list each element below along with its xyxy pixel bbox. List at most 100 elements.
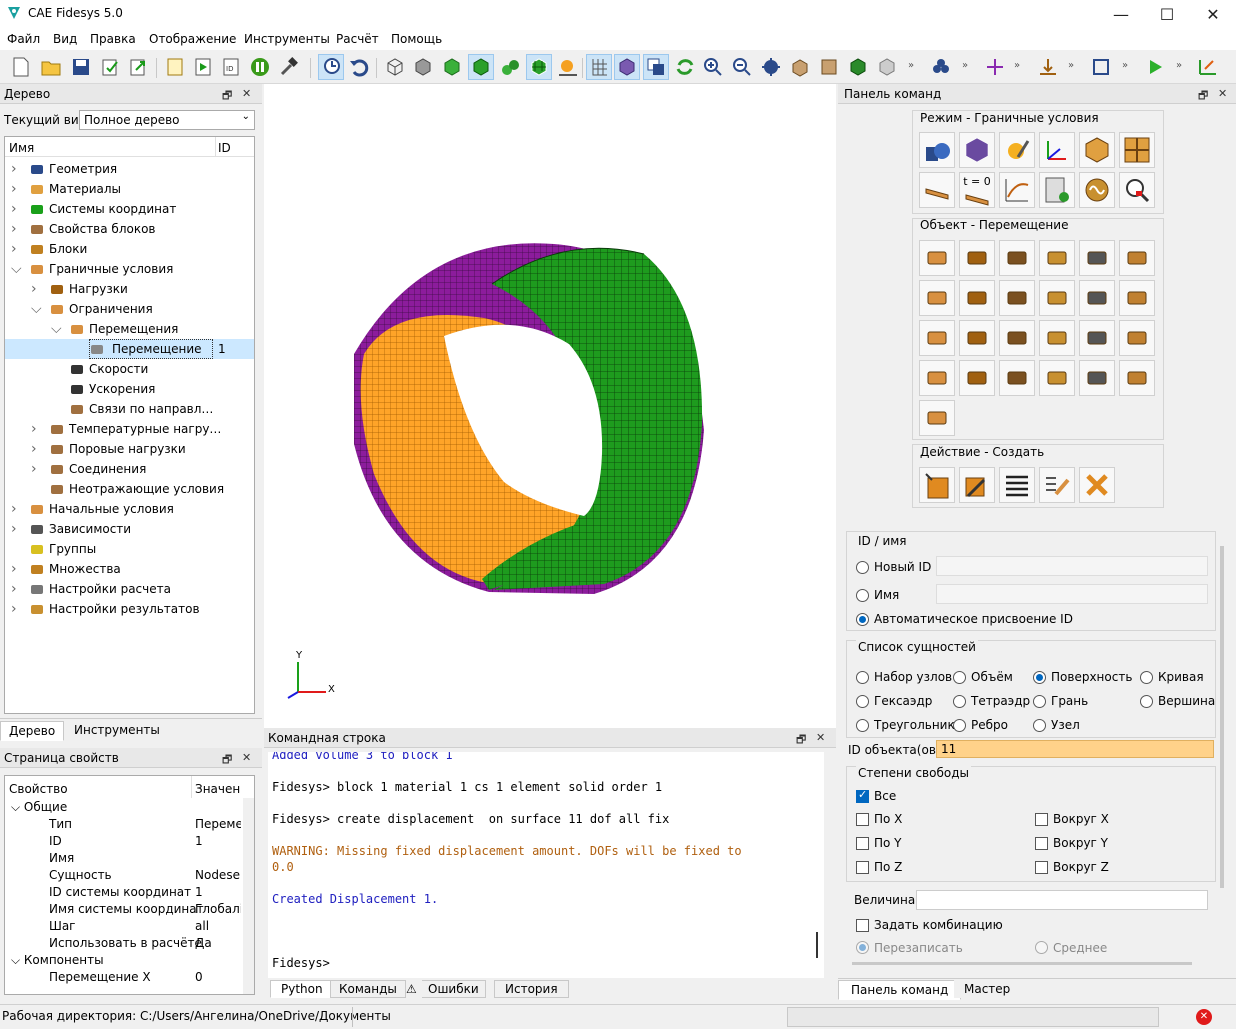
gear-sun-obj-icon[interactable] <box>1039 360 1075 396</box>
dof-y-checkbox[interactable] <box>856 837 869 850</box>
properties-table[interactable]: Свойство Значен ⌵ Общие Тип Переме ID 1 Имя Су… <box>4 775 255 995</box>
toolbar-overflow-icon[interactable]: » <box>908 60 914 71</box>
green-view-icon[interactable] <box>845 54 871 80</box>
sun-obj-icon[interactable] <box>1119 320 1155 356</box>
float-panel-icon[interactable]: 🗗 <box>222 87 232 106</box>
tab-tree[interactable]: Дерево <box>0 721 65 741</box>
mesh-cube-icon[interactable] <box>526 54 552 80</box>
dependencies-mode-icon[interactable] <box>999 172 1035 208</box>
entity-radio[interactable] <box>953 671 966 684</box>
chevron-right-icon[interactable]: › <box>31 421 41 437</box>
velocity-obj-icon[interactable] <box>919 280 955 316</box>
pressure-obj-icon[interactable] <box>999 240 1035 276</box>
coord-system-mode-icon[interactable] <box>1039 132 1075 168</box>
zoom-in-icon[interactable] <box>700 54 726 80</box>
point-icon[interactable] <box>982 54 1008 80</box>
tree-item[interactable]: ⌵ Ограничения <box>5 299 253 319</box>
tree-item[interactable]: › Системы координат <box>5 199 253 219</box>
geometry-mode-icon[interactable] <box>919 132 955 168</box>
play-script-icon[interactable] <box>190 54 216 80</box>
fit-view-icon[interactable] <box>758 54 784 80</box>
pause-icon[interactable] <box>247 54 273 80</box>
calc-settings-mode-icon[interactable] <box>1039 172 1075 208</box>
horizontal-scrollbar[interactable] <box>852 962 1192 965</box>
tab-tools[interactable]: Инструменты <box>66 721 168 739</box>
contact-obj-icon[interactable] <box>1039 280 1075 316</box>
rigid-link-obj-icon[interactable] <box>1119 360 1155 396</box>
results-axes-icon[interactable] <box>1195 54 1221 80</box>
tree-item[interactable]: › Поровые нагрузки <box>5 439 253 459</box>
chevron-right-icon[interactable]: › <box>11 221 21 237</box>
dof-z-checkbox[interactable] <box>856 861 869 874</box>
chevron-right-icon[interactable]: › <box>31 461 41 477</box>
radiation-obj-icon[interactable] <box>1039 320 1075 356</box>
import-icon[interactable] <box>98 54 124 80</box>
flow-obj-icon[interactable] <box>959 360 995 396</box>
bounding-box-icon[interactable] <box>1088 54 1114 80</box>
create-action-icon[interactable] <box>919 467 955 503</box>
acceleration-obj-icon[interactable] <box>999 280 1035 316</box>
flux-obj-icon[interactable] <box>999 320 1035 356</box>
float-panel-icon[interactable]: 🗗 <box>796 731 806 750</box>
property-row[interactable]: ID 1 <box>5 833 243 850</box>
tree-view[interactable]: Имя ID › Геометрия › Материалы › Системы коор… <box>4 136 255 714</box>
entity-radio[interactable] <box>953 695 966 708</box>
chevron-down-icon[interactable]: ⌵ <box>51 321 62 337</box>
chevron-right-icon[interactable]: › <box>11 601 21 617</box>
tree-item[interactable]: › Множества <box>5 559 253 579</box>
journal-icon[interactable] <box>162 54 188 80</box>
property-row[interactable]: Сущность Nodese <box>5 867 243 884</box>
dof-rz-checkbox[interactable] <box>1035 861 1048 874</box>
property-row[interactable]: ⌵ Компоненты <box>5 952 243 969</box>
run-icon[interactable] <box>1142 54 1168 80</box>
tab-errors[interactable]: Ошибки <box>422 980 486 998</box>
entity-radio[interactable] <box>953 719 966 732</box>
menu-display[interactable]: Отображение <box>149 32 236 46</box>
close-panel-icon[interactable]: ✕ <box>242 751 251 764</box>
property-row[interactable]: Имя <box>5 850 243 867</box>
overlay-icon[interactable] <box>643 54 669 80</box>
minimize-button[interactable]: — <box>1098 0 1144 28</box>
property-row[interactable]: Перемещение X 0 <box>5 969 243 986</box>
dof-x-checkbox[interactable] <box>856 813 869 826</box>
tree-item[interactable]: Скорости <box>5 359 253 379</box>
spring-obj-icon[interactable] <box>1079 280 1115 316</box>
float-panel-icon[interactable]: 🗗 <box>1198 87 1208 106</box>
undo-icon[interactable] <box>346 54 372 80</box>
multi-body-icon[interactable] <box>497 54 523 80</box>
initial-mode-icon[interactable]: t = 0 <box>959 172 995 208</box>
chevron-down-icon[interactable]: ⌵ <box>11 261 22 277</box>
overwrite-radio[interactable] <box>856 941 869 954</box>
chevron-right-icon[interactable]: › <box>31 281 41 297</box>
dof-rx-checkbox[interactable] <box>1035 813 1048 826</box>
pore-obj-icon[interactable] <box>919 360 955 396</box>
convection-obj-icon[interactable] <box>959 320 995 356</box>
tree-item[interactable]: › Начальные условия <box>5 499 253 519</box>
magnitude-input[interactable] <box>916 890 1208 910</box>
close-panel-icon[interactable]: ✕ <box>816 731 825 744</box>
export-icon[interactable] <box>126 54 152 80</box>
menu-edit[interactable]: Правка <box>90 32 136 46</box>
tab-history[interactable]: История <box>494 980 569 998</box>
properties-scrollbar[interactable] <box>243 798 254 994</box>
vertical-scrollbar[interactable] <box>1220 546 1224 888</box>
scroll-thumb[interactable] <box>816 932 818 958</box>
error-indicator-icon[interactable]: ✕ <box>1196 1009 1212 1025</box>
float-panel-icon[interactable]: 🗗 <box>222 751 232 770</box>
command-output[interactable]: Added volume 3 to block 1 Fidesys> block … <box>268 752 824 978</box>
edit-action-icon[interactable] <box>1039 467 1075 503</box>
property-row[interactable]: Использовать в расчёте Да <box>5 935 243 952</box>
results-mode-icon[interactable] <box>1079 172 1115 208</box>
menu-run[interactable]: Расчёт <box>336 32 379 46</box>
tree-item[interactable]: ⌵ Перемещения <box>5 319 253 339</box>
entity-radio[interactable] <box>856 719 869 732</box>
heat-obj-icon[interactable] <box>1119 240 1155 276</box>
object-ids-input[interactable]: 11 <box>936 740 1214 758</box>
tree-item[interactable]: › Зависимости <box>5 519 253 539</box>
tree-item[interactable]: › Материалы <box>5 179 253 199</box>
average-radio[interactable] <box>1035 941 1048 954</box>
tree-item[interactable]: › Блоки <box>5 239 253 259</box>
tree-item[interactable]: Ускорения <box>5 379 253 399</box>
inspect-mode-icon[interactable] <box>1119 172 1155 208</box>
dof-all-checkbox[interactable] <box>856 788 869 803</box>
